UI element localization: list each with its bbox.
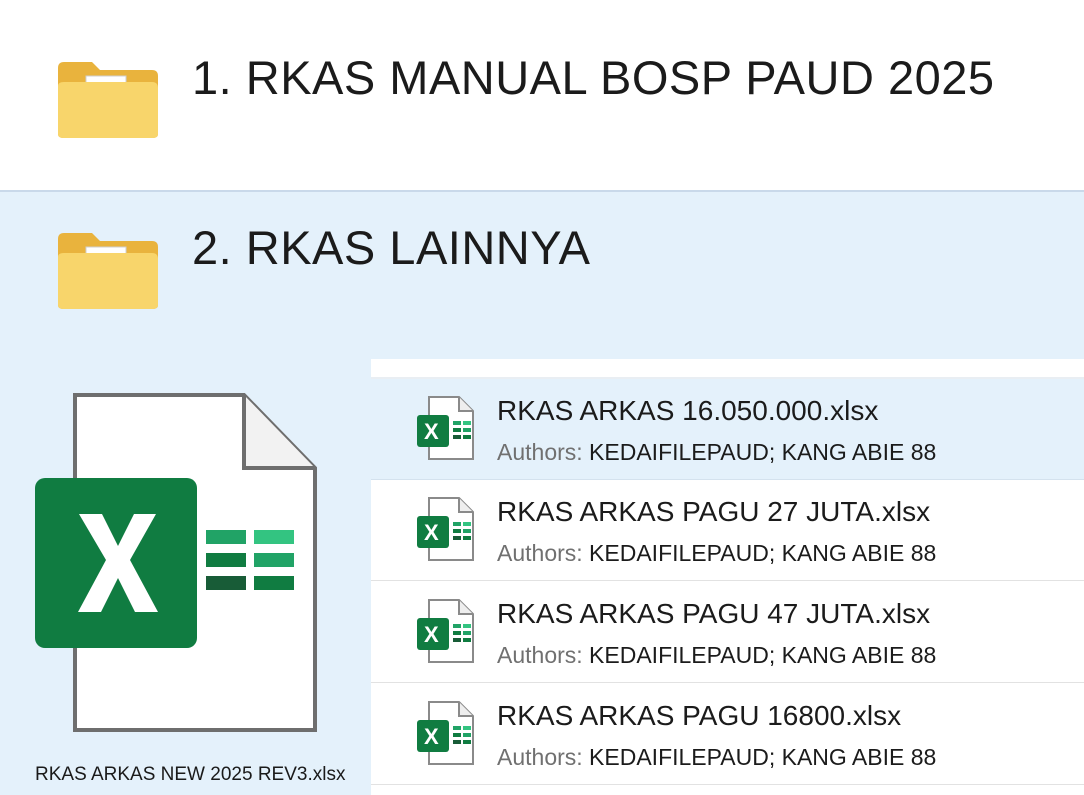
file-list: X RKAS ARKAS 16.050.000.xlsx Authors: KE… (371, 359, 1084, 795)
svg-text:X: X (424, 622, 439, 647)
authors-value: KEDAIFILEPAUD; KANG ABIE 88 (589, 439, 937, 465)
list-top-divider (371, 359, 1084, 379)
authors-label: Authors: (497, 642, 583, 668)
file-name: RKAS ARKAS 16.050.000.xlsx (497, 395, 879, 426)
file-authors: Authors: KEDAIFILEPAUD; KANG ABIE 88 (497, 642, 936, 669)
file-item[interactable]: X RKAS ARKAS PAGU 27 JUTA.xlsx Authors: … (371, 480, 1084, 581)
file-authors: Authors: KEDAIFILEPAUD; KANG ABIE 88 (497, 744, 936, 771)
file-item[interactable]: X RKAS ARKAS PAGU 16800.xlsx Authors: KE… (371, 684, 1084, 785)
authors-value: KEDAIFILEPAUD; KANG ABIE 88 (589, 642, 937, 668)
file-authors: Authors: KEDAIFILEPAUD; KANG ABIE 88 (497, 540, 936, 567)
svg-text:X: X (424, 724, 439, 749)
authors-label: Authors: (497, 744, 583, 770)
folder-name: 1. RKAS MANUAL BOSP PAUD 2025 (192, 51, 995, 104)
file-item[interactable]: X RKAS ARKAS PAGU 47 JUTA.xlsx Authors: … (371, 582, 1084, 683)
folder-item-rkas-manual[interactable]: X 1. RKAS MANUAL BOSP PAUD 2025 (0, 0, 1084, 192)
file-name: RKAS ARKAS PAGU 16800.xlsx (497, 700, 902, 731)
file-name: RKAS ARKAS PAGU 27 JUTA.xlsx (497, 496, 931, 527)
folder-icon: X (58, 62, 158, 138)
file-item[interactable]: X RKAS ARKAS 16.050.000.xlsx Authors: KE… (371, 379, 1084, 480)
excel-file-icon: X (417, 497, 474, 561)
file-name: RKAS ARKAS PAGU 47 JUTA.xlsx (497, 598, 931, 629)
thumbnail-caption[interactable]: RKAS ARKAS NEW 2025 REV3.xlsx (35, 764, 345, 786)
excel-file-icon: X (417, 396, 474, 460)
authors-value: KEDAIFILEPAUD; KANG ABIE 88 (589, 540, 937, 566)
excel-file-icon: X (417, 599, 474, 663)
authors-label: Authors: (497, 439, 583, 465)
excel-file-thumbnail-icon[interactable] (32, 392, 328, 737)
file-authors: Authors: KEDAIFILEPAUD; KANG ABIE 88 (497, 439, 936, 466)
authors-label: Authors: (497, 540, 583, 566)
excel-file-icon: X (417, 701, 474, 765)
authors-value: KEDAIFILEPAUD; KANG ABIE 88 (589, 744, 937, 770)
svg-text:X: X (424, 520, 439, 545)
svg-text:X: X (424, 419, 439, 444)
folder-name: 2. RKAS LAINNYA (192, 221, 591, 274)
folder-icon: X (58, 233, 158, 309)
